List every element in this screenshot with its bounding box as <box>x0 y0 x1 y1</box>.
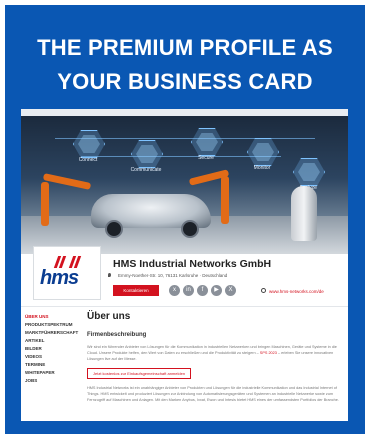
humanoid-robot <box>291 186 317 241</box>
profile-page-screenshot: Connect Communicate Secure Monitor Analy… <box>21 109 348 421</box>
intro-highlight-link[interactable]: SPS 2023 <box>260 351 277 355</box>
car-wheel <box>105 220 123 238</box>
company-name: HMS Industrial Networks GmbH <box>113 258 272 270</box>
globe-icon <box>261 288 266 293</box>
company-logo: hms <box>33 246 101 300</box>
section-divider <box>21 306 348 307</box>
sidebar-item-marktfuehrerschaft[interactable]: Marktführerschaft <box>25 329 80 337</box>
logo-text: hms <box>40 267 79 289</box>
address-text: Emmy-Noether-Str. 10, 76131 Karlsruhe · … <box>118 273 228 278</box>
facebook-icon[interactable]: f <box>197 285 208 296</box>
company-profile-header: hms HMS Industrial Networks GmbH Emmy-No… <box>21 246 348 306</box>
browser-top-strip <box>21 109 348 116</box>
sidebar-item-ueber-uns[interactable]: Über uns <box>25 313 80 321</box>
contact-button[interactable]: Kontaktieren <box>113 285 159 296</box>
headline-line-1: THE PREMIUM PROFILE AS <box>37 35 333 60</box>
location-pin-icon <box>108 273 111 277</box>
cta-button[interactable]: Jetzt kostenlos zur Einkaufsgemeinschaft… <box>87 368 192 379</box>
hex-label-connect: Connect <box>78 157 98 163</box>
profile-sidebar-nav: Über uns Produktspektrum Marktführerscha… <box>25 313 80 385</box>
robot-arm-segment <box>42 173 92 190</box>
x-icon[interactable]: X <box>225 285 236 296</box>
about-section: Über uns Firmenbeschreibung Wir sind ein… <box>87 309 342 403</box>
sidebar-item-artikel[interactable]: Artikel <box>25 337 80 345</box>
section-title: Über uns <box>87 311 131 322</box>
xing-icon[interactable]: x <box>169 285 180 296</box>
promo-card: THE PREMIUM PROFILE AS YOUR BUSINESS CAR… <box>5 5 365 434</box>
sidebar-item-produktspektrum[interactable]: Produktspektrum <box>25 321 80 329</box>
website-link[interactable]: www.hms-networks.com/de <box>269 289 324 294</box>
youtube-icon[interactable]: ▶ <box>211 285 222 296</box>
communicate-icon <box>131 140 163 168</box>
intro-paragraph: Wir sind ein führender Anbieter von Lösu… <box>87 344 342 362</box>
car-wheel <box>181 220 199 238</box>
sidebar-item-bilder[interactable]: Bilder <box>25 345 80 353</box>
analyze-icon <box>293 158 325 186</box>
company-address: Emmy-Noether-Str. 10, 76131 Karlsruhe · … <box>108 273 228 278</box>
hex-label-secure: Secure <box>198 155 214 161</box>
headline-line-2: YOUR BUSINESS CARD <box>57 69 313 94</box>
sidebar-item-whitepaper[interactable]: Whitepaper <box>25 369 80 377</box>
description-paragraph: HMS Industrial Networks ist ein unabhäng… <box>87 386 339 402</box>
hex-label-monitor: Monitor <box>253 165 271 171</box>
robot-arm <box>221 176 229 224</box>
section-subtitle: Firmenbeschreibung <box>87 332 147 338</box>
headline: THE PREMIUM PROFILE AS YOUR BUSINESS CAR… <box>5 31 365 99</box>
sidebar-item-termine[interactable]: Termine <box>25 361 80 369</box>
monitor-icon <box>247 138 279 166</box>
connect-icon <box>73 130 105 158</box>
robot-arm <box>41 182 49 226</box>
sidebar-item-jobs[interactable]: Jobs <box>25 377 80 385</box>
hero-banner: Connect Communicate Secure Monitor Analy… <box>21 116 348 254</box>
secure-icon <box>191 128 223 156</box>
sidebar-item-videos[interactable]: Videos <box>25 353 80 361</box>
hex-label-communicate: Communicate <box>130 167 162 173</box>
linkedin-icon[interactable]: in <box>183 285 194 296</box>
